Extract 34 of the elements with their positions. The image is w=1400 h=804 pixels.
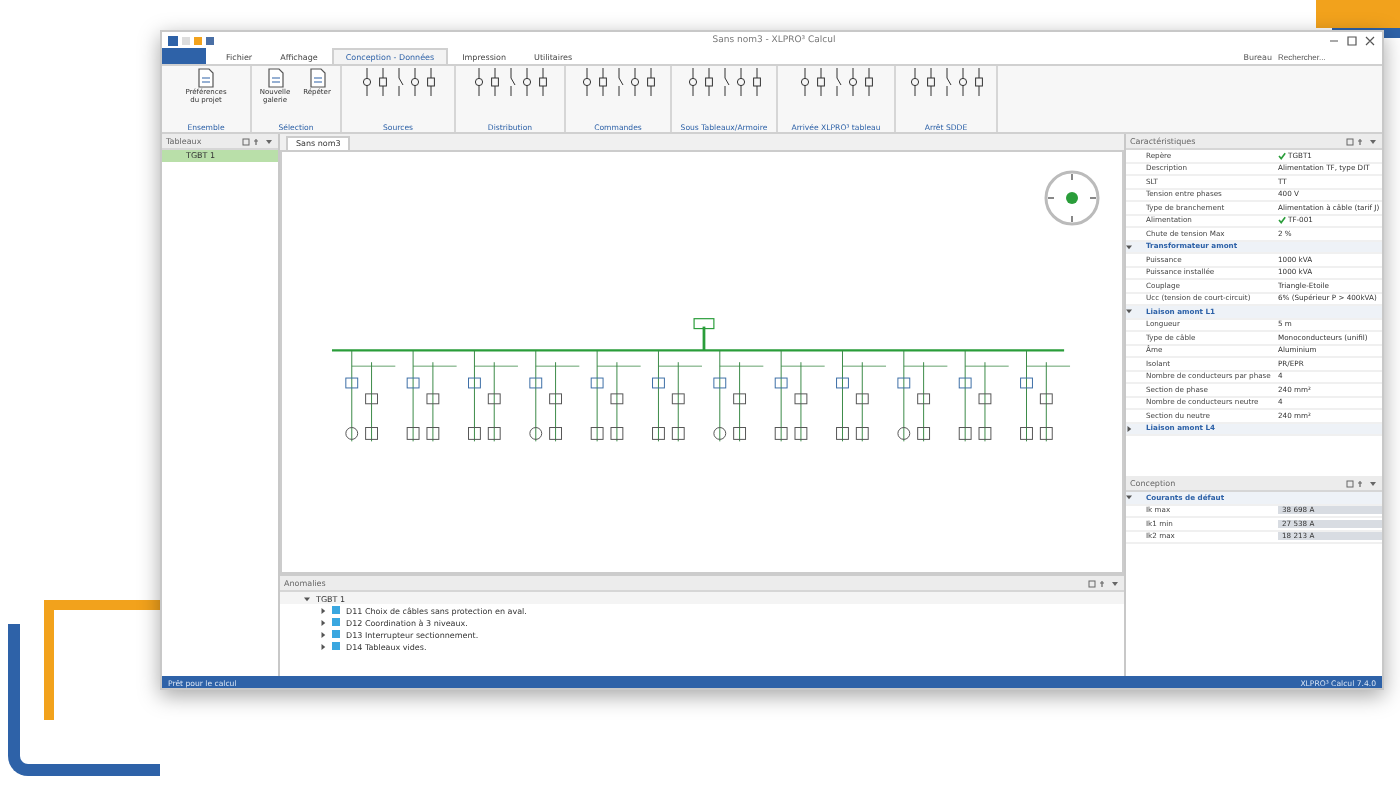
circuit-symbol-icon[interactable] bbox=[799, 68, 809, 96]
circuit-symbol-icon[interactable] bbox=[425, 68, 435, 96]
circuit-symbol-icon[interactable] bbox=[361, 68, 371, 96]
circuit-symbol-icon[interactable] bbox=[735, 68, 745, 96]
circuit-symbol-icon[interactable] bbox=[925, 68, 935, 96]
decorative-bar bbox=[1316, 0, 1400, 28]
circuit-symbol-icon[interactable] bbox=[973, 68, 983, 96]
panel-controls-icon[interactable] bbox=[242, 137, 274, 145]
circuit-symbol-icon[interactable] bbox=[489, 68, 499, 96]
circuit-symbol-icon[interactable] bbox=[751, 68, 761, 96]
circuit-symbol-icon[interactable] bbox=[645, 68, 655, 96]
quick-access-icon[interactable] bbox=[168, 35, 220, 45]
check-icon bbox=[1278, 151, 1286, 160]
circuit-symbol-icon[interactable] bbox=[957, 68, 967, 96]
check-icon bbox=[1278, 216, 1286, 225]
panel-controls-icon[interactable] bbox=[1346, 479, 1378, 487]
circuit-symbol-icon[interactable] bbox=[409, 68, 419, 96]
circuit-symbol-icon[interactable] bbox=[629, 68, 639, 96]
circuit-symbol-icon[interactable] bbox=[815, 68, 825, 96]
circuit-symbol-icon[interactable] bbox=[521, 68, 531, 96]
panel-controls-icon[interactable] bbox=[1088, 579, 1120, 587]
panel-controls-icon[interactable] bbox=[1346, 137, 1378, 145]
circuit-symbol-icon[interactable] bbox=[687, 68, 697, 96]
circuit-symbol-icon[interactable] bbox=[377, 68, 387, 96]
window-controls-icon[interactable] bbox=[1328, 35, 1376, 45]
circuit-symbol-icon[interactable] bbox=[909, 68, 919, 96]
circuit-symbol-icon[interactable] bbox=[537, 68, 547, 96]
circuit-symbol-icon[interactable] bbox=[473, 68, 483, 96]
circuit-symbol-icon[interactable] bbox=[847, 68, 857, 96]
circuit-symbol-icon[interactable] bbox=[703, 68, 713, 96]
circuit-symbol-icon[interactable] bbox=[863, 68, 873, 96]
circuit-symbol-icon[interactable] bbox=[597, 68, 607, 96]
navigation-wheel-icon[interactable] bbox=[1042, 168, 1102, 228]
circuit-symbol-icon[interactable] bbox=[581, 68, 591, 96]
